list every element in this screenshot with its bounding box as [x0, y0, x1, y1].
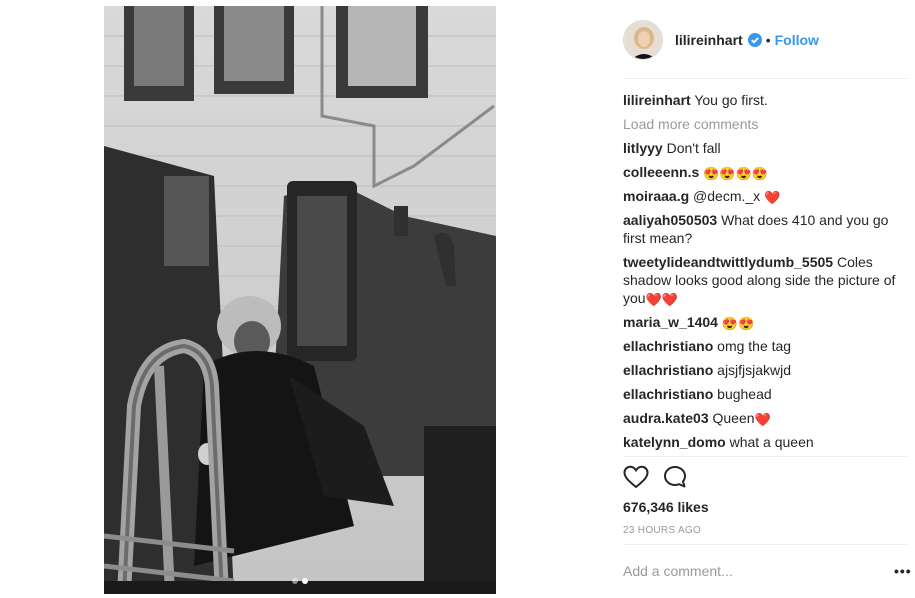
comment-text: what a queen	[729, 434, 814, 450]
verified-badge-icon	[747, 33, 762, 47]
caption-text: You go first.	[694, 92, 768, 108]
comment-item: ellachristiano bughead	[623, 385, 905, 403]
comment-item: ellachristiano ajsjfjsjakwjd	[623, 361, 905, 379]
red-heart-emoji: ❤️	[764, 190, 781, 205]
comment-text: bughead	[717, 386, 772, 402]
load-more-comments-button[interactable]: Load more comments	[623, 115, 905, 133]
divider	[623, 456, 908, 457]
caption-username[interactable]: lilireinhart	[623, 92, 691, 108]
comment-item: maria_w_1404 😍😍	[623, 313, 905, 331]
comment-username[interactable]: katelynn_domo	[623, 434, 726, 450]
comment-username[interactable]: audra.kate03	[623, 410, 709, 426]
comment-bubble-icon[interactable]	[663, 465, 687, 494]
comment-item: ellachristiano omg the tag	[623, 337, 905, 355]
avatar[interactable]	[623, 20, 663, 60]
comments-list: lilireinhart You go first. Load more com…	[623, 91, 905, 457]
post-sidebar: lilireinhart • Follow lilireinhart You g…	[610, 0, 915, 598]
comment-text: ajsjfjsjakwjd	[717, 362, 792, 378]
post-header: lilireinhart • Follow	[623, 19, 908, 61]
heart-eyes-emoji: 😍😍	[721, 316, 755, 331]
add-comment-input[interactable]: Add a comment...	[623, 563, 733, 579]
more-options-icon[interactable]: •••	[894, 563, 912, 579]
heart-eyes-emoji: 😍😍😍😍	[703, 166, 768, 181]
carousel-dot[interactable]	[292, 578, 298, 584]
avatar-image	[624, 21, 662, 59]
comment-username[interactable]: ellachristiano	[623, 362, 713, 378]
comment-username[interactable]: ellachristiano	[623, 338, 713, 354]
divider	[623, 78, 908, 79]
comment-text: Queen	[712, 410, 755, 426]
comment-item: colleeenn.s 😍😍😍😍	[623, 163, 905, 181]
comment-item: tweetylideandtwittlydumb_5505 Coles shad…	[623, 253, 905, 307]
comment-username[interactable]: ellachristiano	[623, 386, 713, 402]
comment-username[interactable]: colleeenn.s	[623, 164, 699, 180]
comment-username[interactable]: moiraaa.g	[623, 188, 689, 204]
comment-username[interactable]: aaliyah050503	[623, 212, 717, 228]
comment-item: katelynn_domo what a queen	[623, 433, 905, 451]
comment-item: litlyyy Don't fall	[623, 139, 905, 157]
red-heart-emoji: ❤️	[754, 412, 771, 427]
comment-text: Don't fall	[666, 140, 721, 156]
carousel-indicator	[104, 578, 496, 584]
comment-username[interactable]: litlyyy	[623, 140, 663, 156]
carousel-dot-active[interactable]	[302, 578, 308, 584]
heart-icon[interactable]	[623, 465, 649, 494]
likes-count[interactable]: 676,346 likes	[623, 499, 709, 515]
comment-item: audra.kate03 Queen❤️	[623, 409, 905, 427]
divider	[623, 544, 908, 545]
post-actions	[623, 465, 687, 494]
post-image	[104, 6, 496, 594]
comment-item: aaliyah050503 What does 410 and you go f…	[623, 211, 905, 247]
post-photo[interactable]	[104, 6, 496, 594]
red-heart-emoji: ❤️❤️	[645, 292, 678, 307]
caption: lilireinhart You go first.	[623, 91, 905, 109]
comment-item: moiraaa.g @decm._x ❤️	[623, 187, 905, 205]
comment-username[interactable]: maria_w_1404	[623, 314, 718, 330]
post-timestamp: 23 HOURS AGO	[623, 525, 702, 536]
follow-button[interactable]: Follow	[775, 32, 819, 48]
comment-text: omg the tag	[717, 338, 792, 354]
header-username[interactable]: lilireinhart	[675, 32, 743, 48]
comment-mention[interactable]: @decm._x	[693, 188, 760, 204]
header-separator: •	[765, 32, 771, 48]
comment-username[interactable]: tweetylideandtwittlydumb_5505	[623, 254, 833, 270]
